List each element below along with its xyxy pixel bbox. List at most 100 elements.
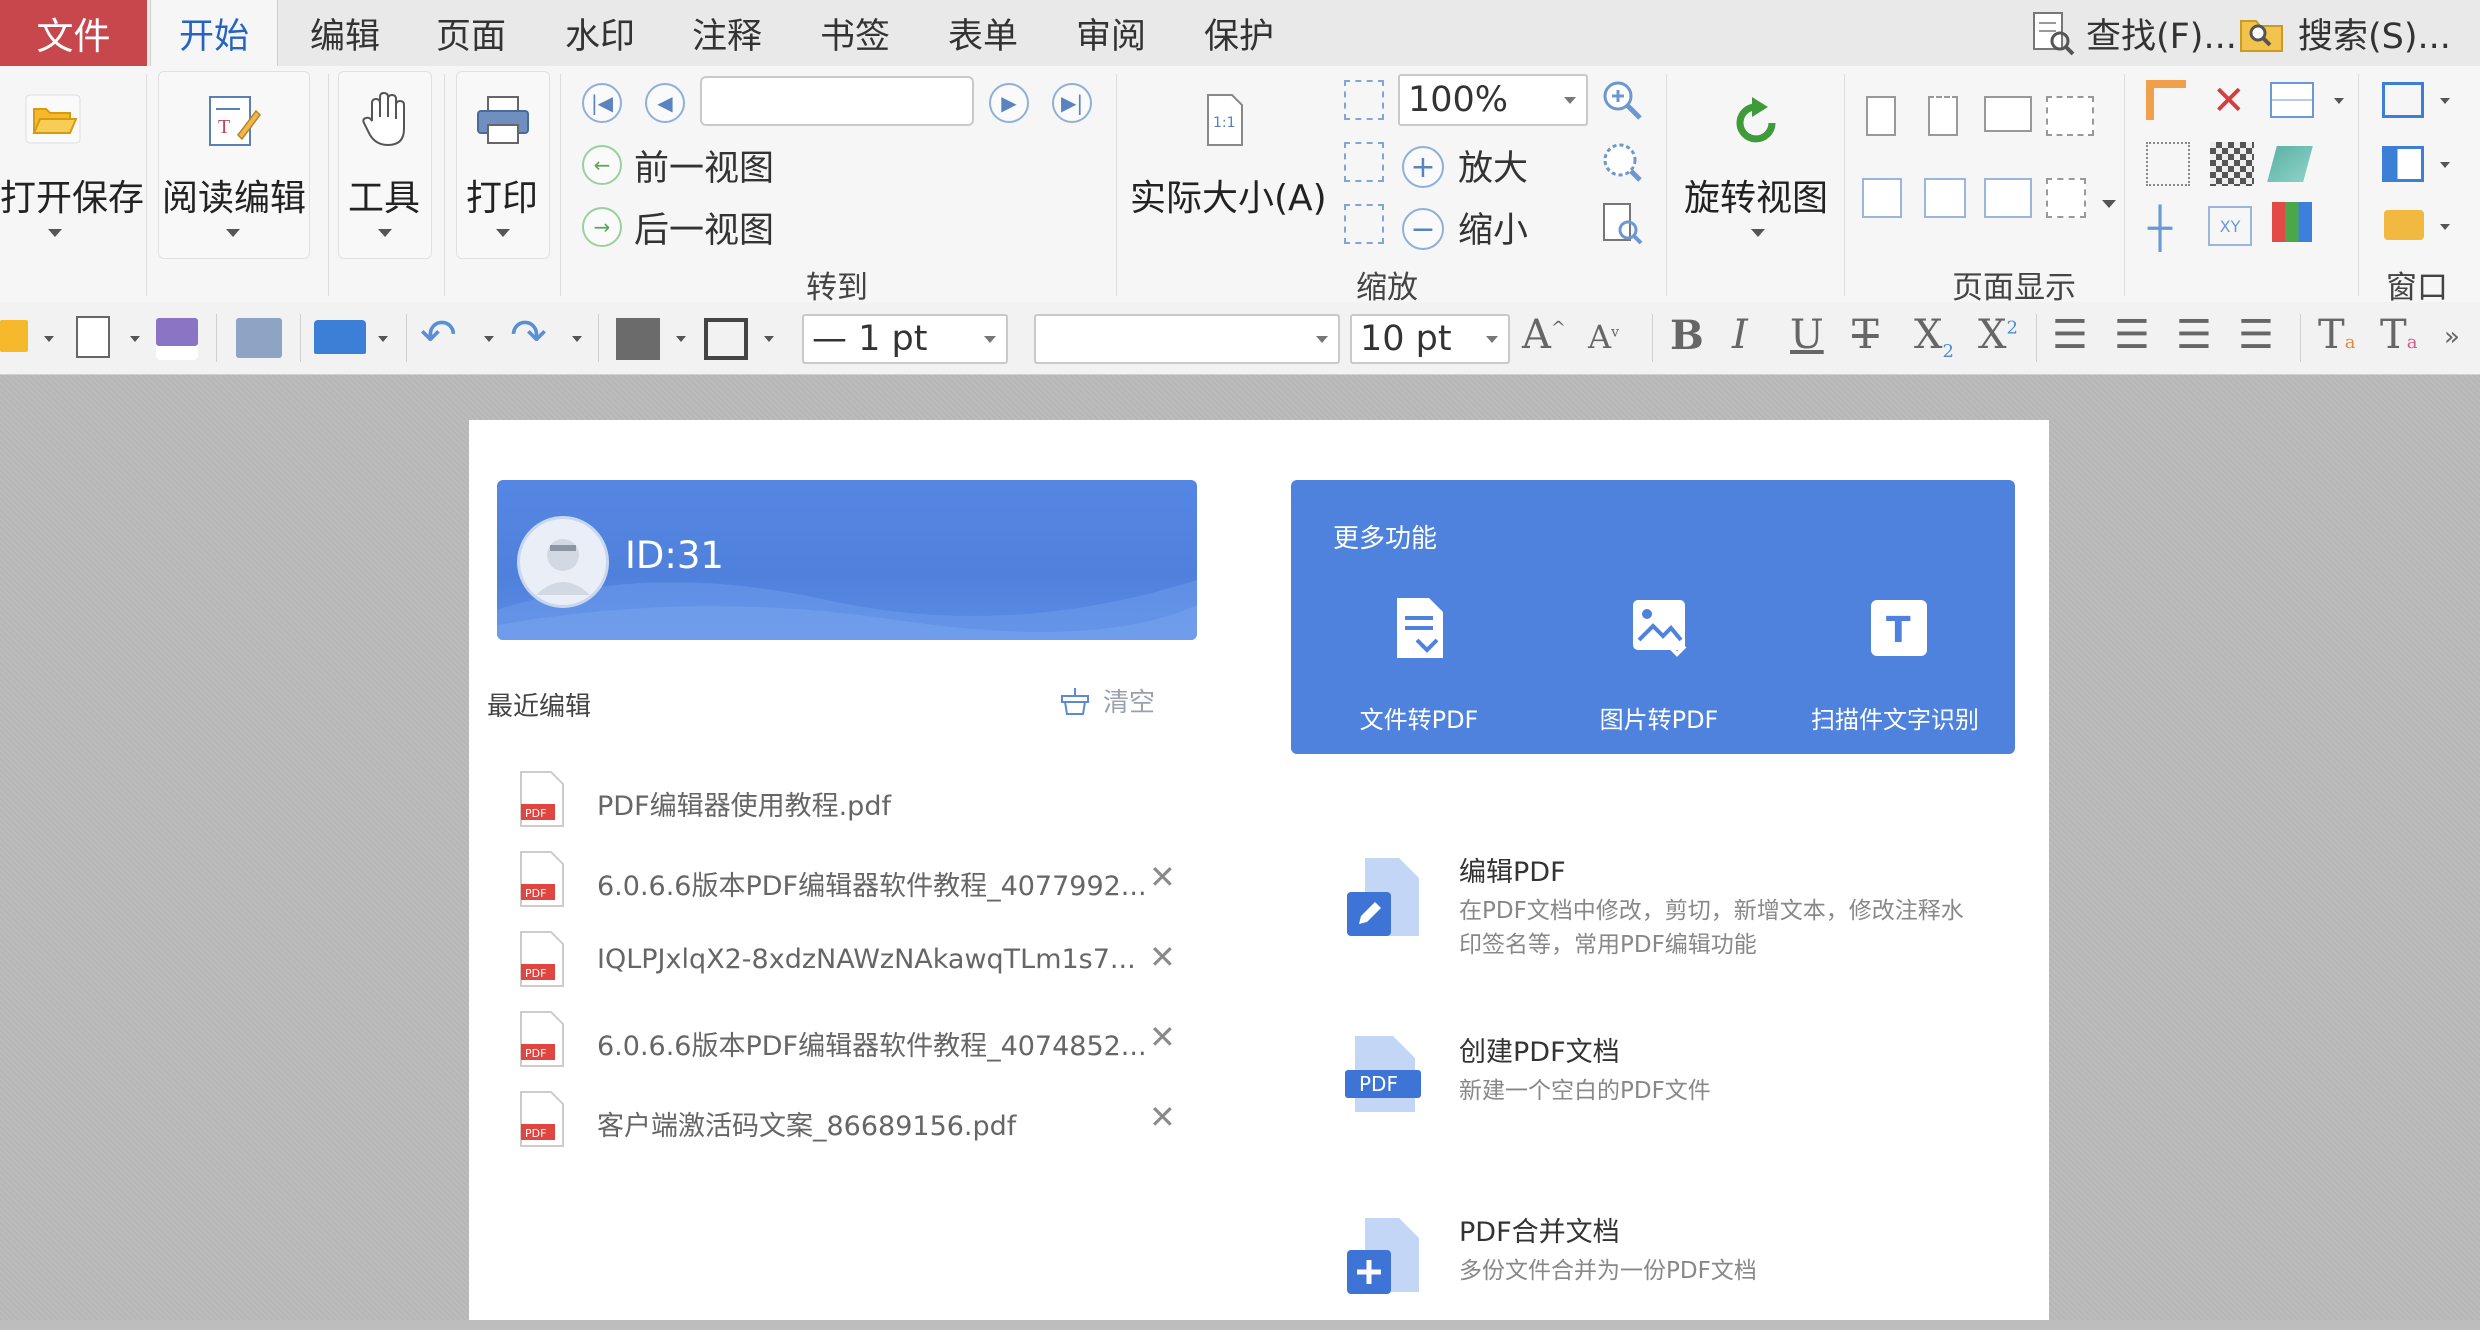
briefcase-icon[interactable] [2384,210,2424,240]
redo-icon[interactable]: ↷ [510,310,547,361]
cross-icon[interactable]: ✕ [2212,78,2246,124]
justify-icon[interactable]: ☰ [2238,312,2274,358]
page-transition-icon[interactable] [1924,178,1966,218]
align-center-icon[interactable]: ☰ [2114,312,2150,358]
tools-button[interactable]: 工具 [338,71,432,261]
recent-file-row[interactable]: PDF 客户端激活码文案_86689156.pdf ✕ [519,1090,1176,1150]
chevron-down-icon[interactable] [378,336,388,342]
single-page-icon[interactable] [1866,96,1896,136]
more-tools-icon[interactable]: » [2444,322,2460,352]
zoom-out-button[interactable]: 缩小 [1458,202,1528,253]
fit-page-icon[interactable] [1344,80,1384,120]
undo-icon[interactable]: ↶ [420,310,457,361]
tab-review[interactable]: 审阅 [1056,0,1166,66]
remove-file-icon[interactable]: ✕ [1149,1018,1176,1056]
next-view-button[interactable]: 后一视图 [634,202,774,253]
font-name-select[interactable] [1034,314,1340,364]
eraser-icon[interactable] [2267,146,2313,182]
split-view-icon[interactable] [1862,178,1902,218]
next-page-button[interactable]: ▶ [989,83,1029,123]
remove-file-icon[interactable]: ✕ [1149,858,1176,896]
continuous-page-icon[interactable] [1928,96,1958,136]
loupe-icon[interactable] [1600,140,1644,184]
open-save-button[interactable]: 打开保存 [0,71,144,251]
last-page-button[interactable]: ▶| [1052,83,1092,123]
print-button[interactable]: 打印 [456,71,550,261]
cover-page-icon[interactable] [1984,178,2032,218]
recent-file-row[interactable]: PDF 6.0.6.6版本PDF编辑器软件教程_4077992... ✕ [519,850,1176,910]
tab-home[interactable]: 开始 [150,0,278,67]
recent-file-row[interactable]: PDF 6.0.6.6版本PDF编辑器软件教程_4074852... ✕ [519,1010,1176,1070]
find-button[interactable]: 查找(F)... [2028,0,2237,66]
italic-icon[interactable]: I [1732,312,1748,358]
align-right-icon[interactable]: ☰ [2176,312,2212,358]
file-menu-tab[interactable]: 文件 [0,0,147,66]
tab-protect[interactable]: 保护 [1184,0,1294,66]
remove-file-icon[interactable]: ✕ [1149,938,1176,976]
underline-icon[interactable]: U [1790,312,1824,358]
merge-pdf-feature[interactable]: PDF合并文档 多份文件合并为一份PDF文档 [1345,1210,2025,1330]
increase-font-icon[interactable]: A^ [1522,312,1566,358]
avatar[interactable] [517,516,609,608]
coordinates-icon[interactable]: XY [2208,206,2252,246]
chevron-down-icon[interactable] [2440,162,2450,168]
tab-watermark[interactable]: 水印 [545,0,655,66]
stroke-color-icon[interactable] [704,318,748,360]
tab-bookmark[interactable]: 书签 [800,0,910,66]
prev-view-button[interactable]: 前一视图 [634,140,774,191]
color-palette-icon[interactable] [2272,202,2312,242]
decrease-font-icon[interactable]: Av [1588,318,1619,356]
bold-icon[interactable]: B [1670,312,1704,359]
zoom-in-button[interactable]: 放大 [1458,140,1528,191]
align-left-icon[interactable]: ☰ [2052,312,2088,358]
scanner-icon[interactable] [314,320,366,354]
print-icon[interactable] [236,318,282,358]
page-layout-icon[interactable] [2046,178,2086,218]
text-clear-icon[interactable]: Ta [2380,312,2417,358]
chevron-down-icon[interactable] [764,336,774,342]
page-number-input[interactable] [700,76,974,126]
chevron-down-icon[interactable] [572,336,582,342]
chevron-down-icon[interactable] [2334,98,2344,104]
font-size-select[interactable]: 10 pt [1350,314,1510,364]
open-folder-icon[interactable] [0,320,28,352]
fit-width-icon[interactable] [1344,142,1384,182]
tab-form[interactable]: 表单 [928,0,1038,66]
tile-windows-icon[interactable] [2382,146,2424,182]
remove-file-icon[interactable]: ✕ [1149,1098,1176,1136]
edit-pdf-feature[interactable]: 编辑PDF 在PDF文档中修改，剪切，新增文本，修改注释水印签名等，常用PDF编… [1345,850,2025,970]
superscript-icon[interactable]: X2 [1978,312,2018,358]
read-edit-button[interactable]: T 阅读编辑 [158,71,310,261]
grid-settings-icon[interactable] [2146,142,2190,186]
chevron-down-icon[interactable] [2440,98,2450,104]
fit-visible-icon[interactable] [1344,204,1384,244]
magnifier-icon[interactable] [1600,78,1644,122]
tab-page[interactable]: 页面 [416,0,526,66]
save-icon[interactable] [156,318,198,360]
text-style-icon[interactable]: Ta [2318,312,2355,358]
chevron-down-icon[interactable] [2102,200,2116,208]
chevron-down-icon[interactable] [44,336,54,342]
recent-file-row[interactable]: PDF PDF编辑器使用教程.pdf [519,770,1159,830]
facing-page-icon[interactable] [1984,96,2032,132]
continuous-facing-icon[interactable] [2046,96,2094,136]
line-width-select[interactable]: — 1 pt [802,314,1008,364]
chevron-down-icon[interactable] [130,336,140,342]
grid-icon[interactable] [2270,82,2314,118]
find-in-page-icon[interactable] [1600,202,1644,246]
fill-color-icon[interactable] [616,318,660,360]
subscript-icon[interactable]: X2 [1914,312,1954,362]
tab-edit[interactable]: 编辑 [290,0,400,66]
chevron-down-icon[interactable] [676,336,686,342]
search-button[interactable]: 搜索(S)... [2238,0,2451,66]
ruler-cross-icon[interactable]: ┼ [2148,206,2172,252]
first-page-button[interactable]: |◀ [582,83,622,123]
new-document-icon[interactable] [76,316,110,358]
tab-annotation[interactable]: 注释 [672,0,782,66]
chevron-down-icon[interactable] [2440,224,2450,230]
strikethrough-icon[interactable]: T [1852,312,1879,358]
rotate-view-button[interactable]: 旋转视图 [1676,71,1840,261]
actual-size-button[interactable]: 1:1 实际大小(A) [1130,71,1330,261]
chevron-down-icon[interactable] [484,336,494,342]
zoom-select[interactable]: 100% [1398,74,1588,126]
